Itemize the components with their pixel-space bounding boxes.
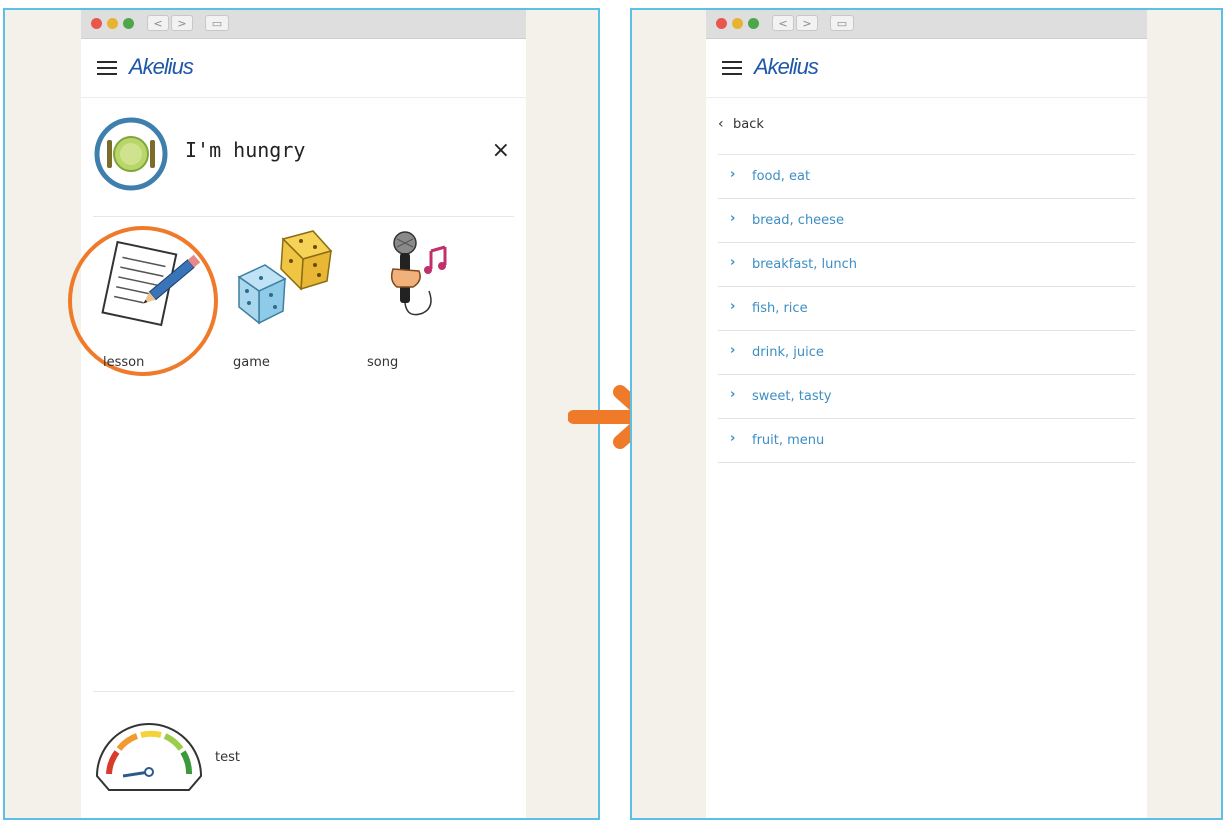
hamburger-menu-icon[interactable] — [722, 61, 742, 75]
test-label: test — [215, 750, 240, 765]
browser-toolbar: < > ▭ — [706, 10, 1147, 39]
chevron-left-icon: ‹ — [718, 116, 724, 132]
chevron-right-icon: › — [730, 387, 736, 402]
close-window-button[interactable] — [716, 18, 727, 29]
minimize-window-button[interactable] — [732, 18, 743, 29]
topic-title: I'm hungry — [185, 138, 306, 162]
app-logo: Akelius — [754, 54, 819, 79]
activity-grid: lesson game song — [68, 217, 526, 417]
list-item-label: sweet, tasty — [752, 389, 832, 404]
maximize-window-button[interactable] — [748, 18, 759, 29]
list-item[interactable]: › drink, juice — [718, 331, 1135, 375]
back-link[interactable]: ‹ back — [718, 98, 1135, 155]
sidebar-toggle-button[interactable]: ▭ — [830, 15, 854, 31]
activity-label: game — [233, 355, 270, 370]
list-item[interactable]: › fruit, menu — [718, 419, 1135, 463]
hamburger-menu-icon[interactable] — [97, 61, 117, 75]
list-item[interactable]: › food, eat — [718, 155, 1135, 199]
list-item-label: food, eat — [752, 169, 811, 184]
plate-icon — [94, 117, 168, 191]
list-item-label: drink, juice — [752, 345, 824, 360]
sidebar-toggle-button[interactable]: ▭ — [205, 15, 229, 31]
app-header: Akelius — [706, 39, 1147, 98]
browser-toolbar: < > ▭ — [81, 10, 526, 39]
minimize-window-button[interactable] — [107, 18, 118, 29]
right-app-window: < > ▭ Akelius ‹ back › food, eat › bread… — [706, 10, 1147, 818]
close-window-button[interactable] — [91, 18, 102, 29]
activity-song[interactable]: song — [363, 227, 493, 387]
list-item[interactable]: › bread, cheese — [718, 199, 1135, 243]
activity-label: lesson — [103, 355, 145, 370]
topic-header: I'm hungry × — [93, 98, 514, 217]
chevron-right-icon: › — [730, 211, 736, 226]
chevron-right-icon: › — [730, 299, 736, 314]
browser-back-button[interactable]: < — [772, 15, 794, 31]
maximize-window-button[interactable] — [123, 18, 134, 29]
right-screenshot-frame: < > ▭ Akelius ‹ back › food, eat › bread… — [630, 8, 1223, 820]
chevron-right-icon: › — [730, 343, 736, 358]
test-footer[interactable]: test — [93, 691, 514, 818]
back-label: back — [733, 117, 764, 132]
list-item[interactable]: › fish, rice — [718, 287, 1135, 331]
list-item[interactable]: › sweet, tasty — [718, 375, 1135, 419]
list-item[interactable]: › breakfast, lunch — [718, 243, 1135, 287]
dice-icon — [237, 230, 333, 325]
activity-label: song — [367, 355, 399, 370]
list-item-label: fruit, menu — [752, 433, 825, 448]
activity-lesson[interactable]: lesson — [68, 226, 218, 387]
list-item-label: breakfast, lunch — [752, 257, 857, 272]
gauge-icon — [95, 723, 203, 791]
chevron-right-icon: › — [730, 431, 736, 446]
left-app-window: < > ▭ Akelius I'm hungry × lesson game s… — [68, 10, 526, 818]
browser-back-button[interactable]: < — [147, 15, 169, 31]
list-item-label: fish, rice — [752, 301, 808, 316]
browser-forward-button[interactable]: > — [796, 15, 818, 31]
browser-forward-button[interactable]: > — [171, 15, 193, 31]
left-screenshot-frame: < > ▭ Akelius I'm hungry × lesson game s… — [3, 8, 600, 820]
activity-game[interactable]: game — [229, 227, 359, 387]
chevron-right-icon: › — [730, 167, 736, 182]
close-icon[interactable]: × — [492, 138, 510, 163]
lesson-list: › food, eat › bread, cheese › breakfast,… — [718, 155, 1135, 463]
list-item-label: bread, cheese — [752, 213, 844, 228]
app-logo: Akelius — [129, 54, 194, 79]
chevron-right-icon: › — [730, 255, 736, 270]
microphone-music-icon — [390, 231, 447, 316]
app-header: Akelius — [81, 39, 526, 98]
